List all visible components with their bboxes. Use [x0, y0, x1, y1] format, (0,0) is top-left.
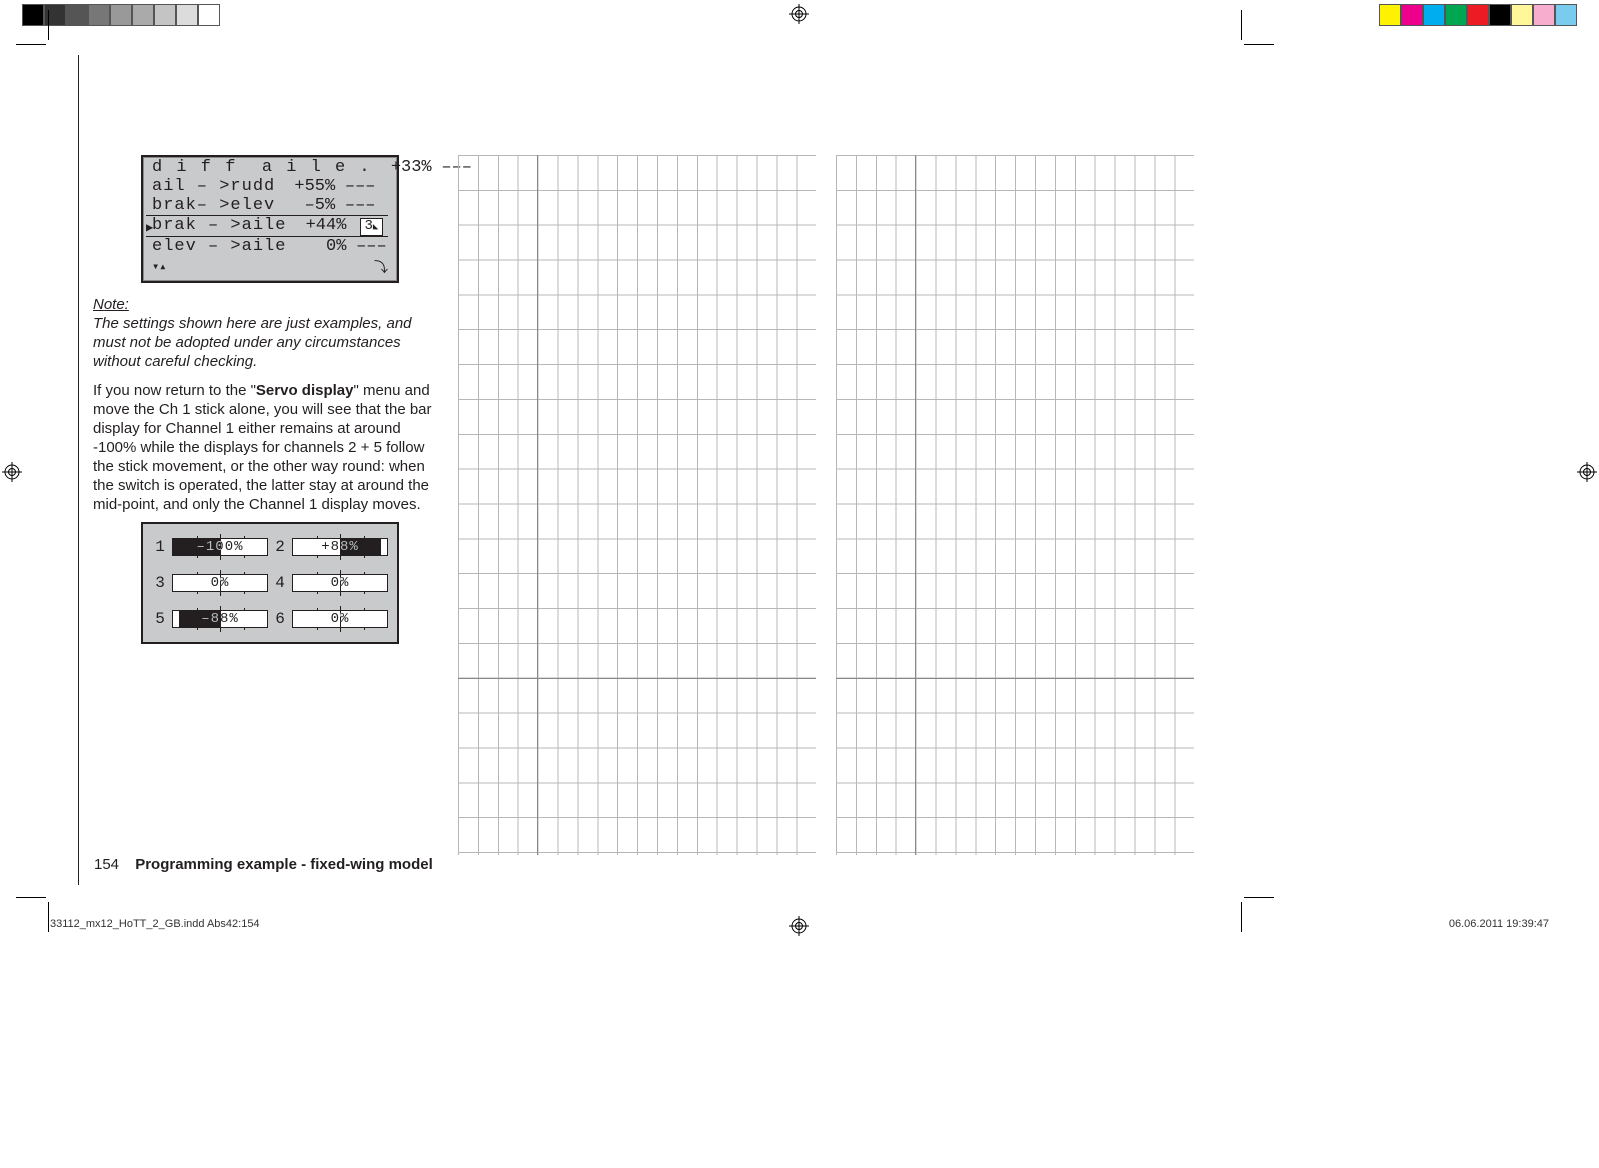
crop-mark — [1244, 44, 1274, 45]
note-heading: Note: — [93, 295, 438, 314]
servo-bar: +88% — [293, 539, 387, 555]
lcd-switch: ––– — [335, 177, 385, 196]
lcd-row: brak– >elev–5%––– — [144, 196, 396, 215]
swatch — [110, 4, 132, 26]
swatch — [198, 4, 220, 26]
arrows-icon — [152, 258, 166, 277]
swatch — [1533, 4, 1555, 26]
lcd-value: 0% — [286, 237, 346, 256]
swatch — [1423, 4, 1445, 26]
registration-mark-icon — [1577, 462, 1597, 482]
pointer-icon: ▶ — [146, 219, 153, 238]
lcd-row: ▶brak – >aile+44%3◣ — [144, 216, 396, 236]
swatch — [66, 4, 88, 26]
servo-bar-label: 0% — [173, 575, 267, 591]
crop-mark — [1244, 897, 1274, 898]
swatch — [132, 4, 154, 26]
servo-bar-label: 0% — [293, 575, 387, 591]
servo-display-lcd: 1 –100% 2 +88% 3 0% 4 0% 5 –88% 6 0% — [141, 522, 399, 644]
lcd-value: +33% — [372, 158, 432, 177]
swatch — [176, 4, 198, 26]
servo-bar: –100% — [173, 539, 267, 555]
enter-icon: ⤵ — [374, 258, 388, 277]
servo-bar-label: 0% — [293, 611, 387, 627]
crop-mark — [1241, 10, 1242, 40]
note-body: The settings shown here are just example… — [93, 314, 438, 371]
swatch — [1445, 4, 1467, 26]
registration-mark-icon — [2, 462, 22, 482]
color-swatches-left — [22, 4, 220, 26]
swatch — [1401, 4, 1423, 26]
para-part-b: Servo display — [256, 382, 354, 399]
lcd-value: +55% — [275, 177, 335, 196]
lcd-label: brak– >elev — [152, 196, 275, 215]
mixer-lcd: d i f f a i l e .+33%–––ail – >rudd+55%–… — [141, 155, 399, 283]
lcd-value: –5% — [275, 196, 335, 215]
graph-paper-right — [836, 155, 1194, 855]
servo-bar: 0% — [293, 611, 387, 627]
slug-date: 06.06.2011 19:39:47 — [1449, 918, 1549, 930]
swatch — [1467, 4, 1489, 26]
lcd-switch: ––– — [335, 196, 385, 215]
para-part-c: " menu and move the Ch 1 stick alone, yo… — [93, 382, 432, 513]
color-swatches-right — [1379, 4, 1577, 26]
servo-bar-label: –100% — [173, 539, 267, 555]
swatch — [1379, 4, 1401, 26]
swatch — [1555, 4, 1577, 26]
swatch — [88, 4, 110, 26]
crop-mark — [16, 44, 46, 45]
registration-mark-icon — [789, 4, 809, 24]
para-part-a: If you now return to the " — [93, 382, 256, 399]
lcd-value: +44% — [286, 216, 346, 236]
body-paragraph: If you now return to the "Servo display"… — [93, 381, 438, 514]
graph-paper-middle — [458, 155, 816, 855]
lcd-label: d i f f a i l e . — [152, 158, 372, 177]
servo-bar: –88% — [173, 611, 267, 627]
lcd-row: d i f f a i l e .+33%––– — [144, 158, 396, 177]
servo-bar: 0% — [173, 575, 267, 591]
lcd-label: elev – >aile — [152, 237, 286, 256]
lcd-switch: 3◣ — [346, 216, 396, 236]
page-footer: 154 Programming example - ﬁxed-wing mode… — [94, 856, 433, 873]
servo-channel-number: 2 — [273, 538, 287, 556]
servo-channel-number: 4 — [273, 574, 287, 592]
page-content: d i f f a i l e .+33%–––ail – >rudd+55%–… — [78, 55, 1193, 885]
crop-mark — [16, 897, 46, 898]
swatch — [22, 4, 44, 26]
servo-bar-label: –88% — [173, 611, 267, 627]
slug-line: 33112_mx12_HoTT_2_GB.indd Abs42:154 06.0… — [50, 918, 1549, 930]
page-number: 154 — [94, 856, 119, 873]
servo-channel-number: 5 — [153, 610, 167, 628]
servo-channel-number: 3 — [153, 574, 167, 592]
lcd-switch: ––– — [346, 237, 396, 256]
lcd-row: ail – >rudd+55%––– — [144, 177, 396, 196]
lcd-label: brak – >aile — [152, 216, 286, 236]
left-column: d i f f a i l e .+33%–––ail – >rudd+55%–… — [78, 55, 438, 885]
swatch — [154, 4, 176, 26]
swatch — [1489, 4, 1511, 26]
crop-mark — [48, 902, 49, 932]
section-title: Programming example - ﬁxed-wing model — [135, 856, 433, 873]
servo-bar-label: +88% — [293, 539, 387, 555]
crop-mark — [48, 10, 49, 40]
lcd-row: elev – >aile0%––– — [144, 237, 396, 256]
servo-bar: 0% — [293, 575, 387, 591]
slug-file: 33112_mx12_HoTT_2_GB.indd Abs42:154 — [50, 918, 260, 930]
lcd-label: ail – >rudd — [152, 177, 275, 196]
swatch — [1511, 4, 1533, 26]
servo-channel-number: 1 — [153, 538, 167, 556]
servo-channel-number: 6 — [273, 610, 287, 628]
